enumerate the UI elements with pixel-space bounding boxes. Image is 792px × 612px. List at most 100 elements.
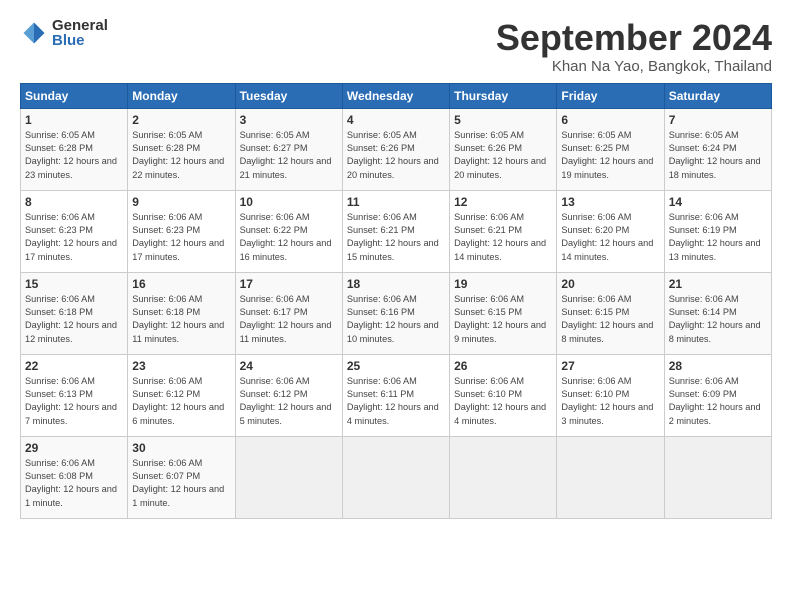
- table-row: 9 Sunrise: 6:06 AMSunset: 6:23 PMDayligh…: [128, 190, 235, 272]
- table-row: 15 Sunrise: 6:06 AMSunset: 6:18 PMDaylig…: [21, 272, 128, 354]
- day-number: 18: [347, 277, 445, 291]
- day-info: Sunrise: 6:06 AMSunset: 6:09 PMDaylight:…: [669, 375, 767, 428]
- table-row: 13 Sunrise: 6:06 AMSunset: 6:20 PMDaylig…: [557, 190, 664, 272]
- day-number: 30: [132, 441, 230, 455]
- day-info: Sunrise: 6:06 AMSunset: 6:15 PMDaylight:…: [454, 293, 552, 346]
- month-title: September 2024: [496, 18, 772, 58]
- day-number: 6: [561, 113, 659, 127]
- col-thursday: Thursday: [450, 83, 557, 108]
- day-info: Sunrise: 6:06 AMSunset: 6:10 PMDaylight:…: [454, 375, 552, 428]
- day-number: 1: [25, 113, 123, 127]
- day-number: 10: [240, 195, 338, 209]
- table-row: [557, 436, 664, 518]
- table-row: 6 Sunrise: 6:05 AMSunset: 6:25 PMDayligh…: [557, 108, 664, 190]
- col-friday: Friday: [557, 83, 664, 108]
- day-info: Sunrise: 6:06 AMSunset: 6:12 PMDaylight:…: [240, 375, 338, 428]
- col-sunday: Sunday: [21, 83, 128, 108]
- day-number: 2: [132, 113, 230, 127]
- table-row: 7 Sunrise: 6:05 AMSunset: 6:24 PMDayligh…: [664, 108, 771, 190]
- table-row: 21 Sunrise: 6:06 AMSunset: 6:14 PMDaylig…: [664, 272, 771, 354]
- day-info: Sunrise: 6:05 AMSunset: 6:28 PMDaylight:…: [132, 129, 230, 182]
- table-row: 20 Sunrise: 6:06 AMSunset: 6:15 PMDaylig…: [557, 272, 664, 354]
- logo-icon: [20, 19, 48, 47]
- day-info: Sunrise: 6:06 AMSunset: 6:23 PMDaylight:…: [25, 211, 123, 264]
- day-info: Sunrise: 6:06 AMSunset: 6:16 PMDaylight:…: [347, 293, 445, 346]
- week-row: 22 Sunrise: 6:06 AMSunset: 6:13 PMDaylig…: [21, 354, 772, 436]
- table-row: 19 Sunrise: 6:06 AMSunset: 6:15 PMDaylig…: [450, 272, 557, 354]
- calendar-table: Sunday Monday Tuesday Wednesday Thursday…: [20, 83, 772, 519]
- day-number: 7: [669, 113, 767, 127]
- table-row: 30 Sunrise: 6:06 AMSunset: 6:07 PMDaylig…: [128, 436, 235, 518]
- day-info: Sunrise: 6:06 AMSunset: 6:21 PMDaylight:…: [347, 211, 445, 264]
- col-saturday: Saturday: [664, 83, 771, 108]
- col-monday: Monday: [128, 83, 235, 108]
- table-row: 2 Sunrise: 6:05 AMSunset: 6:28 PMDayligh…: [128, 108, 235, 190]
- day-number: 28: [669, 359, 767, 373]
- table-row: 12 Sunrise: 6:06 AMSunset: 6:21 PMDaylig…: [450, 190, 557, 272]
- day-info: Sunrise: 6:06 AMSunset: 6:15 PMDaylight:…: [561, 293, 659, 346]
- week-row: 1 Sunrise: 6:05 AMSunset: 6:28 PMDayligh…: [21, 108, 772, 190]
- day-info: Sunrise: 6:06 AMSunset: 6:20 PMDaylight:…: [561, 211, 659, 264]
- day-number: 16: [132, 277, 230, 291]
- table-row: 8 Sunrise: 6:06 AMSunset: 6:23 PMDayligh…: [21, 190, 128, 272]
- day-number: 20: [561, 277, 659, 291]
- table-row: 29 Sunrise: 6:06 AMSunset: 6:08 PMDaylig…: [21, 436, 128, 518]
- table-row: 23 Sunrise: 6:06 AMSunset: 6:12 PMDaylig…: [128, 354, 235, 436]
- table-row: 17 Sunrise: 6:06 AMSunset: 6:17 PMDaylig…: [235, 272, 342, 354]
- header: General Blue September 2024 Khan Na Yao,…: [20, 18, 772, 75]
- day-info: Sunrise: 6:06 AMSunset: 6:17 PMDaylight:…: [240, 293, 338, 346]
- day-info: Sunrise: 6:06 AMSunset: 6:07 PMDaylight:…: [132, 457, 230, 510]
- location-title: Khan Na Yao, Bangkok, Thailand: [496, 58, 772, 75]
- day-info: Sunrise: 6:06 AMSunset: 6:19 PMDaylight:…: [669, 211, 767, 264]
- col-wednesday: Wednesday: [342, 83, 449, 108]
- day-info: Sunrise: 6:06 AMSunset: 6:12 PMDaylight:…: [132, 375, 230, 428]
- day-info: Sunrise: 6:06 AMSunset: 6:21 PMDaylight:…: [454, 211, 552, 264]
- table-row: 10 Sunrise: 6:06 AMSunset: 6:22 PMDaylig…: [235, 190, 342, 272]
- week-row: 8 Sunrise: 6:06 AMSunset: 6:23 PMDayligh…: [21, 190, 772, 272]
- day-number: 8: [25, 195, 123, 209]
- day-number: 27: [561, 359, 659, 373]
- logo-text: General Blue: [52, 18, 108, 48]
- day-number: 14: [669, 195, 767, 209]
- table-row: [450, 436, 557, 518]
- day-number: 4: [347, 113, 445, 127]
- day-info: Sunrise: 6:06 AMSunset: 6:10 PMDaylight:…: [561, 375, 659, 428]
- day-info: Sunrise: 6:06 AMSunset: 6:22 PMDaylight:…: [240, 211, 338, 264]
- day-number: 15: [25, 277, 123, 291]
- day-info: Sunrise: 6:06 AMSunset: 6:23 PMDaylight:…: [132, 211, 230, 264]
- table-row: [235, 436, 342, 518]
- day-number: 19: [454, 277, 552, 291]
- day-info: Sunrise: 6:05 AMSunset: 6:24 PMDaylight:…: [669, 129, 767, 182]
- table-row: 3 Sunrise: 6:05 AMSunset: 6:27 PMDayligh…: [235, 108, 342, 190]
- day-number: 3: [240, 113, 338, 127]
- day-info: Sunrise: 6:05 AMSunset: 6:25 PMDaylight:…: [561, 129, 659, 182]
- logo: General Blue: [20, 18, 108, 48]
- day-info: Sunrise: 6:06 AMSunset: 6:14 PMDaylight:…: [669, 293, 767, 346]
- table-row: 26 Sunrise: 6:06 AMSunset: 6:10 PMDaylig…: [450, 354, 557, 436]
- table-row: 27 Sunrise: 6:06 AMSunset: 6:10 PMDaylig…: [557, 354, 664, 436]
- header-row: Sunday Monday Tuesday Wednesday Thursday…: [21, 83, 772, 108]
- logo-blue: Blue: [52, 33, 108, 48]
- day-number: 11: [347, 195, 445, 209]
- day-number: 26: [454, 359, 552, 373]
- title-area: September 2024 Khan Na Yao, Bangkok, Tha…: [496, 18, 772, 75]
- day-number: 25: [347, 359, 445, 373]
- day-number: 29: [25, 441, 123, 455]
- day-number: 12: [454, 195, 552, 209]
- day-info: Sunrise: 6:05 AMSunset: 6:26 PMDaylight:…: [347, 129, 445, 182]
- day-number: 13: [561, 195, 659, 209]
- day-info: Sunrise: 6:06 AMSunset: 6:18 PMDaylight:…: [25, 293, 123, 346]
- table-row: [664, 436, 771, 518]
- day-number: 23: [132, 359, 230, 373]
- table-row: 1 Sunrise: 6:05 AMSunset: 6:28 PMDayligh…: [21, 108, 128, 190]
- table-row: 28 Sunrise: 6:06 AMSunset: 6:09 PMDaylig…: [664, 354, 771, 436]
- day-info: Sunrise: 6:06 AMSunset: 6:13 PMDaylight:…: [25, 375, 123, 428]
- logo-general: General: [52, 18, 108, 33]
- table-row: 25 Sunrise: 6:06 AMSunset: 6:11 PMDaylig…: [342, 354, 449, 436]
- day-info: Sunrise: 6:06 AMSunset: 6:18 PMDaylight:…: [132, 293, 230, 346]
- day-number: 21: [669, 277, 767, 291]
- table-row: 5 Sunrise: 6:05 AMSunset: 6:26 PMDayligh…: [450, 108, 557, 190]
- day-number: 17: [240, 277, 338, 291]
- table-row: 24 Sunrise: 6:06 AMSunset: 6:12 PMDaylig…: [235, 354, 342, 436]
- table-row: 11 Sunrise: 6:06 AMSunset: 6:21 PMDaylig…: [342, 190, 449, 272]
